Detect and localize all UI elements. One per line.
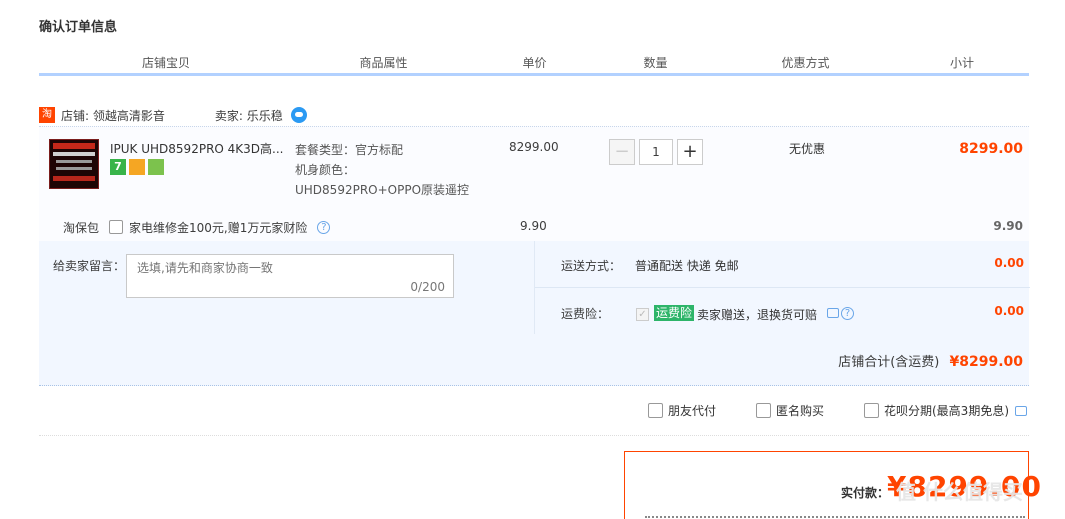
store-total: 店铺合计(含运费) ¥8299.00 [838, 351, 1023, 370]
decrease-button[interactable]: − [609, 139, 635, 165]
help-icon[interactable]: ? [841, 307, 854, 320]
store-total-amount: ¥8299.00 [949, 354, 1023, 370]
help-icon[interactable]: ? [317, 220, 331, 234]
order-item: IPUK UHD8592PRO 4K3D高... 7 套餐类型：官方标配 机身颜… [39, 126, 1029, 241]
friend-pay-label: 朋友代付 [668, 404, 717, 418]
header-attributes: 商品属性 [359, 56, 408, 70]
anonymous-option[interactable]: 匿名购买 [756, 402, 824, 419]
shipping-price: 0.00 [994, 256, 1024, 270]
installment-checkbox[interactable] [864, 403, 879, 418]
chat-icon[interactable] [290, 107, 307, 123]
product-thumbnail[interactable] [49, 139, 99, 189]
unit-price: 8299.00 [509, 140, 559, 154]
freight-insurance-label: 运费险： [561, 307, 610, 321]
freight-insurance-checkbox[interactable]: ✓ [636, 308, 649, 321]
quantity-stepper: − 1 + [609, 139, 703, 165]
installment-option[interactable]: 花呗分期(最高3期免息) [864, 402, 1027, 419]
comment-icon[interactable] [1015, 405, 1027, 416]
store-total-label: 店铺合计(含运费) [838, 355, 940, 370]
increase-button[interactable]: + [677, 139, 703, 165]
header-item: 店铺宝贝 [141, 56, 190, 70]
attr-color: 机身颜色：UHD8592PRO+OPPO原装遥控 [295, 163, 470, 197]
message-label: 给卖家留言： [53, 259, 126, 273]
message-box: 0/200 [126, 254, 454, 298]
warranty-subtotal: 9.90 [993, 219, 1023, 233]
attr-package: 套餐类型：官方标配 [295, 143, 404, 157]
product-title-link[interactable]: IPUK UHD8592PRO 4K3D高... [110, 140, 290, 157]
installment-label: 花呗分期(最高3期免息) [884, 404, 1009, 418]
warranty-row: 淘保包 家电维修金100元,赠1万元家财险 ? 9.90 9.90 [39, 216, 1029, 238]
table-header: 店铺宝贝 商品属性 单价 数量 优惠方式 小计 [39, 55, 1029, 76]
page-title: 确认订单信息 [39, 20, 118, 35]
friend-pay-option[interactable]: 朋友代付 [648, 402, 716, 419]
discount-value: 无优惠 [789, 142, 826, 156]
quantity-input[interactable]: 1 [639, 139, 673, 165]
freight-insurance-text: 卖家赠送，退换货可赔 [697, 308, 818, 322]
item-subtotal: 8299.00 [959, 141, 1023, 157]
order-confirm-page: 确认订单信息 店铺宝贝 商品属性 单价 数量 优惠方式 小计 淘 店铺: 领越高… [0, 0, 1065, 519]
shipping-row: 运送方式： 普通配送 快递 免邮 0.00 [535, 241, 1030, 288]
comment-icon[interactable] [827, 308, 839, 318]
header-unit-price: 单价 [522, 56, 547, 70]
product-attributes: 套餐类型：官方标配 机身颜色：UHD8592PRO+OPPO原装遥控 [295, 140, 475, 200]
message-input[interactable] [127, 255, 453, 281]
header-quantity: 数量 [643, 56, 668, 70]
freight-insurance-price: 0.00 [994, 304, 1024, 318]
service-badges: 7 [110, 159, 164, 175]
watermark-logo: 值 什么值得买 [896, 480, 1023, 504]
freight-insurance-row: 运费险： ✓ 运费险 卖家赠送，退换货可赔 ? 0.00 [535, 289, 1030, 334]
shipping-method[interactable]: 普通配送 快递 免邮 [635, 257, 739, 274]
anonymous-checkbox[interactable] [756, 403, 771, 418]
seven-day-return-icon[interactable]: 7 [110, 159, 126, 175]
header-discount: 优惠方式 [781, 56, 830, 70]
warranty-label: 淘保包 [62, 220, 99, 235]
taobao-icon: 淘 [39, 107, 55, 123]
warranty-checkbox[interactable] [109, 220, 123, 234]
friend-pay-checkbox[interactable] [648, 403, 663, 418]
extra-options: 朋友代付 匿名购买 花呗分期(最高3期免息) [39, 400, 1029, 422]
guarantee-icon[interactable] [148, 159, 164, 175]
shop-row: 淘 店铺: 领越高清影音 卖家: 乐乐稳 [39, 104, 1029, 126]
order-options: 给卖家留言： 0/200 运送方式： 普通配送 快递 免邮 0.00 运费险： … [39, 241, 1030, 386]
shipping-label: 运送方式： [561, 259, 622, 273]
credit-card-icon[interactable] [129, 159, 145, 175]
freight-insurance-tag: 运费险 [654, 305, 695, 321]
anonymous-label: 匿名购买 [776, 404, 825, 418]
warranty-text: 家电维修金100元,赠1万元家财险 [129, 220, 308, 235]
delivery-panel: 运送方式： 普通配送 快递 免邮 0.00 运费险： ✓ 运费险 卖家赠送，退换… [534, 241, 1030, 334]
header-subtotal: 小计 [949, 56, 974, 70]
warranty-price: 9.90 [520, 219, 547, 233]
payment-label: 实付款： [841, 486, 890, 500]
message-counter: 0/200 [410, 280, 445, 294]
shop-name-link[interactable]: 店铺: 领越高清影音 [61, 107, 165, 124]
seller-name-link[interactable]: 卖家: 乐乐稳 [215, 107, 283, 124]
divider [39, 435, 1029, 436]
